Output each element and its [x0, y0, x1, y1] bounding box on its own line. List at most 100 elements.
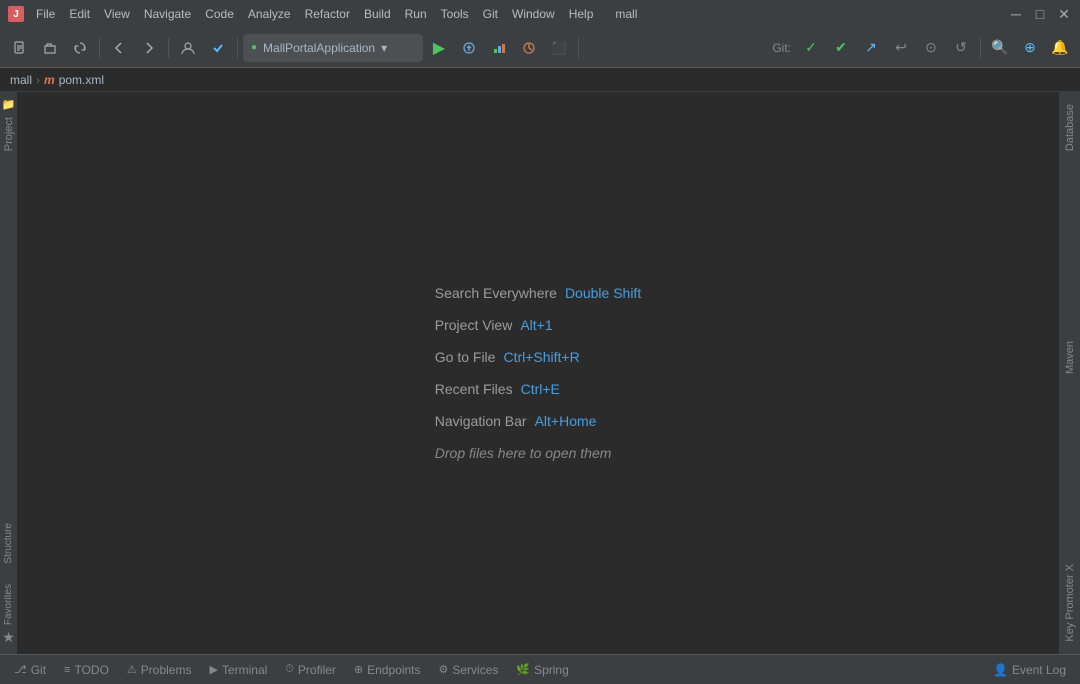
coverage-button[interactable] — [485, 34, 513, 62]
editor-area: Search Everywhere Double Shift Project V… — [18, 92, 1058, 654]
breadcrumb-bar: mall › m pom.xml — [0, 68, 1080, 92]
endpoints-tab-icon: ⊕ — [354, 663, 363, 676]
hint-recent-shortcut[interactable]: Ctrl+E — [521, 381, 560, 397]
menu-tools[interactable]: Tools — [435, 5, 475, 23]
git-revert-button[interactable]: ↺ — [947, 34, 975, 62]
plugin-button[interactable]: ⊕ — [1016, 34, 1044, 62]
restore-button[interactable]: □ — [1032, 6, 1048, 22]
title-bar: J File Edit View Navigate Code Analyze R… — [0, 0, 1080, 28]
breadcrumb-project[interactable]: mall — [10, 73, 32, 87]
toolbar-right: Git: ✓ ✔ ↗ ↩ ⊙ ↺ 🔍 ⊕ 🔔 — [772, 34, 1074, 62]
breadcrumb-file-icon: m — [44, 73, 55, 87]
event-log-button[interactable]: 👤 Event Log — [985, 661, 1074, 679]
git-checkmark-button[interactable]: ✓ — [797, 34, 825, 62]
hint-drop-text: Drop files here to open them — [435, 445, 612, 461]
todo-tab-label: TODO — [74, 663, 108, 677]
bottom-bar: ⎇ Git ≡ TODO ⚠ Problems ▶ Terminal ⏱ Pro… — [0, 654, 1080, 684]
vcs-button[interactable] — [204, 34, 232, 62]
notification-button[interactable]: 🔔 — [1046, 34, 1074, 62]
right-sidebar-database[interactable]: Database — [1062, 96, 1078, 159]
profile-button[interactable] — [515, 34, 543, 62]
bottom-tab-profiler[interactable]: ⏱ Profiler — [277, 659, 344, 681]
menu-window[interactable]: Window — [506, 5, 561, 23]
project-label[interactable]: Project — [1, 113, 17, 155]
right-sidebar-maven[interactable]: Maven — [1062, 333, 1078, 382]
structure-label[interactable]: Structure — [3, 523, 14, 564]
menu-view[interactable]: View — [98, 5, 136, 23]
run-config-dropdown[interactable]: ● MallPortalApplication ▾ — [243, 34, 423, 62]
hint-search-shortcut[interactable]: Double Shift — [565, 285, 641, 301]
menu-navigate[interactable]: Navigate — [138, 5, 197, 23]
hint-project-label: Project View — [435, 317, 513, 333]
menu-run[interactable]: Run — [399, 5, 433, 23]
git-tab-label: Git — [31, 663, 46, 677]
main-area: 📁 Project Structure Favorites ★ Search E… — [0, 92, 1080, 654]
git-push-button[interactable]: ✔ — [827, 34, 855, 62]
hint-nav: Navigation Bar Alt+Home — [435, 413, 597, 429]
run-config-label: MallPortalApplication — [263, 41, 375, 55]
menu-build[interactable]: Build — [358, 5, 397, 23]
git-history-button[interactable]: ⊙ — [917, 34, 945, 62]
breadcrumb-file[interactable]: pom.xml — [59, 73, 104, 87]
bottom-tab-problems[interactable]: ⚠ Problems — [119, 659, 200, 681]
favorites-label[interactable]: Favorites — [3, 584, 14, 625]
bottom-tab-spring[interactable]: 🌿 Spring — [508, 659, 576, 681]
window-controls: ─ □ ✕ — [1008, 6, 1072, 22]
open-button[interactable] — [36, 34, 64, 62]
hint-nav-shortcut[interactable]: Alt+Home — [535, 413, 597, 429]
toolbar-sep-4 — [578, 38, 579, 58]
close-button[interactable]: ✕ — [1056, 6, 1072, 22]
git-update-button[interactable]: ↗ — [857, 34, 885, 62]
hint-goto-shortcut[interactable]: Ctrl+Shift+R — [503, 349, 579, 365]
favorites-icon[interactable]: ★ — [2, 625, 15, 650]
toolbar: ● MallPortalApplication ▾ ▶ ⬛ Git: ✓ ✔ ↗… — [0, 28, 1080, 68]
app-icon: J — [8, 6, 24, 22]
menu-analyze[interactable]: Analyze — [242, 5, 297, 23]
menu-git[interactable]: Git — [477, 5, 504, 23]
event-log-icon: 👤 — [993, 663, 1008, 677]
terminal-tab-icon: ▶ — [209, 663, 217, 676]
hint-nav-label: Navigation Bar — [435, 413, 527, 429]
search-everywhere-button[interactable]: 🔍 — [986, 34, 1014, 62]
center-hints: Search Everywhere Double Shift Project V… — [435, 285, 641, 461]
hint-goto-label: Go to File — [435, 349, 496, 365]
menu-edit[interactable]: Edit — [63, 5, 96, 23]
toolbar-sep-5 — [980, 38, 981, 58]
hint-recent-label: Recent Files — [435, 381, 513, 397]
git-rollback-button[interactable]: ↩ — [887, 34, 915, 62]
outer-left-panel: 📁 Project Structure Favorites ★ — [0, 92, 18, 654]
spring-tab-label: Spring — [534, 663, 569, 677]
run-button[interactable]: ▶ — [425, 34, 453, 62]
hint-drop: Drop files here to open them — [435, 445, 612, 461]
new-file-button[interactable] — [6, 34, 34, 62]
minimize-button[interactable]: ─ — [1008, 6, 1024, 22]
bottom-tab-terminal[interactable]: ▶ Terminal — [201, 659, 275, 681]
hint-search-label: Search Everywhere — [435, 285, 557, 301]
bottom-tab-git[interactable]: ⎇ Git — [6, 659, 54, 681]
services-tab-icon: ⚙ — [439, 663, 449, 676]
forward-button[interactable] — [135, 34, 163, 62]
stop-button[interactable]: ⬛ — [545, 34, 573, 62]
bottom-tab-endpoints[interactable]: ⊕ Endpoints — [346, 659, 429, 681]
bottom-tab-services[interactable]: ⚙ Services — [431, 659, 507, 681]
spring-tab-icon: 🌿 — [516, 663, 530, 676]
project-icon[interactable]: 📁 — [0, 96, 17, 113]
account-button[interactable] — [174, 34, 202, 62]
right-sidebar-key-promoter[interactable]: Key Promoter X — [1062, 556, 1078, 650]
menu-code[interactable]: Code — [199, 5, 240, 23]
title-text: mall — [615, 7, 637, 21]
breadcrumb-separator: › — [36, 73, 40, 87]
bottom-tab-todo[interactable]: ≡ TODO — [56, 659, 117, 681]
debug-button[interactable] — [455, 34, 483, 62]
right-sidebar: Database Maven Key Promoter X — [1058, 92, 1080, 654]
problems-tab-icon: ⚠ — [127, 663, 137, 676]
sync-button[interactable] — [66, 34, 94, 62]
menu-help[interactable]: Help — [563, 5, 600, 23]
back-button[interactable] — [105, 34, 133, 62]
git-label: Git: — [772, 41, 791, 55]
todo-tab-icon: ≡ — [64, 664, 70, 676]
menu-file[interactable]: File — [30, 5, 61, 23]
git-tab-icon: ⎇ — [14, 663, 27, 676]
menu-refactor[interactable]: Refactor — [299, 5, 356, 23]
hint-project-shortcut[interactable]: Alt+1 — [520, 317, 552, 333]
